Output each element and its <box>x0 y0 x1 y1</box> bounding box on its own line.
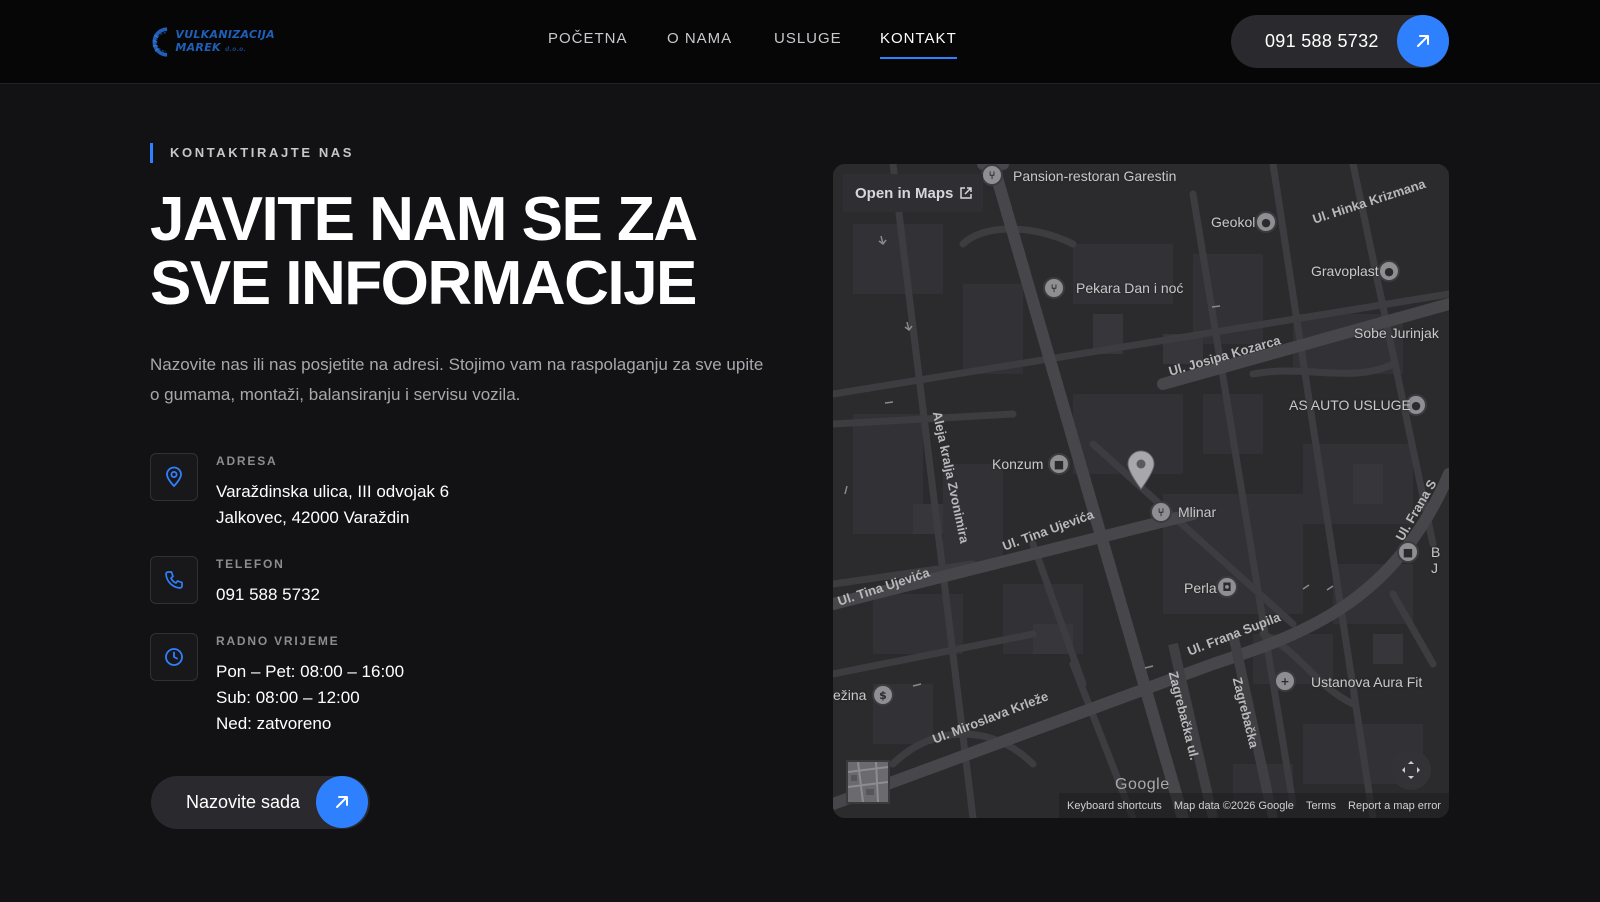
restaurant-poi-icon[interactable]: ⑂ <box>981 164 1003 186</box>
fullscreen-icon <box>1402 761 1420 779</box>
site-header: VULKANIZACIJA MAREK d.o.o. POČETNA O NAM… <box>0 0 1600 84</box>
satellite-view-toggle[interactable] <box>846 760 890 804</box>
call-now-button[interactable]: Nazovite sada <box>151 776 370 829</box>
phone-value[interactable]: 091 588 5732 <box>216 582 320 608</box>
hours-saturday: Sub: 08:00 – 12:00 <box>216 688 360 707</box>
place-label[interactable]: Sobe Jurinjak <box>1354 325 1439 341</box>
external-link-icon <box>960 187 973 199</box>
restaurant-poi-icon[interactable]: ⑂ <box>1150 501 1172 523</box>
place-label[interactable]: J <box>1431 560 1438 576</box>
map-pin-icon <box>150 453 198 501</box>
address-title: ADRESA <box>216 454 278 468</box>
phone-icon <box>150 556 198 604</box>
logo-line1: VULKANIZACIJA <box>175 28 275 41</box>
phone-title: TELEFON <box>216 557 285 571</box>
open-in-maps-button[interactable]: Open in Maps <box>843 174 983 212</box>
place-label[interactable]: Perla <box>1184 580 1217 596</box>
page-title-line2: SVE INFORMACIJE <box>150 249 697 318</box>
place-poi-icon[interactable]: ● <box>1255 211 1277 233</box>
logo[interactable]: VULKANIZACIJA MAREK d.o.o. <box>150 18 275 66</box>
report-map-error-link[interactable]: Report a map error <box>1348 800 1441 812</box>
health-poi-icon[interactable]: + <box>1274 670 1296 692</box>
arrow-up-right-icon <box>316 776 368 828</box>
clock-icon <box>150 633 198 681</box>
phone-line1[interactable]: 091 588 5732 <box>216 582 320 608</box>
shopping-poi-icon[interactable]: ■ <box>1048 453 1070 475</box>
shopping-poi-icon[interactable]: ■ <box>1397 541 1419 563</box>
header-phone-label: 091 588 5732 <box>1265 31 1379 51</box>
nav-item-pocetna[interactable]: POČETNA <box>548 30 628 47</box>
nav-item-usluge[interactable]: USLUGE <box>774 30 842 47</box>
tire-logo-icon <box>152 27 168 57</box>
section-eyebrow: KONTAKTIRAJTE NAS <box>150 143 354 163</box>
hours-sunday: Ned: zatvoreno <box>216 714 332 733</box>
place-label[interactable]: Ustanova Aura Fit <box>1311 674 1422 690</box>
location-pin-icon[interactable] <box>1126 450 1156 490</box>
hours-title: RADNO VRIJEME <box>216 634 340 648</box>
place-label[interactable]: Konzum <box>992 456 1043 472</box>
place-label[interactable]: Pekara Dan i noć <box>1076 280 1183 296</box>
logo-suffix: d.o.o. <box>224 46 247 53</box>
place-label[interactable]: Pansion-restoran Garestin <box>1013 168 1176 184</box>
terms-link[interactable]: Terms <box>1306 800 1336 812</box>
arrow-up-right-icon <box>1397 15 1449 67</box>
place-poi-icon[interactable]: ● <box>1378 260 1400 282</box>
google-map[interactable]: ⑂ ● ● ⑂ ● ■ ⑂ ◘ ■ + $ Pansion-restoran G… <box>833 164 1449 818</box>
map-attribution-bar: Keyboard shortcuts Map data ©2026 Google… <box>1059 793 1449 818</box>
logo-name: MAREK <box>175 41 221 54</box>
open-in-maps-label: Open in Maps <box>855 184 954 202</box>
header-phone-button[interactable]: 091 588 5732 <box>1231 15 1449 68</box>
hours-value: Pon – Pet: 08:00 – 16:00 Sub: 08:00 – 12… <box>216 659 404 737</box>
map-data-label: Map data ©2026 Google <box>1173 799 1294 812</box>
place-label[interactable]: B <box>1431 544 1440 560</box>
place-label[interactable]: AS AUTO USLUGE <box>1289 397 1411 413</box>
atm-poi-icon[interactable]: $ <box>872 684 894 706</box>
cafe-poi-icon[interactable]: ◘ <box>1216 576 1238 598</box>
place-label[interactable]: ežina <box>833 687 866 703</box>
satellite-thumbnail-icon <box>848 762 888 802</box>
place-label[interactable]: Geokol <box>1211 214 1255 230</box>
nav-item-kontakt[interactable]: KONTAKT <box>880 30 957 59</box>
intro-text: Nazovite nas ili nas posjetite na adresi… <box>150 355 764 404</box>
call-now-label: Nazovite sada <box>186 792 301 812</box>
page-title: JAVITE NAM SE ZA SVE INFORMACIJE <box>150 188 770 316</box>
logo-wordmark: VULKANIZACIJA MAREK d.o.o. <box>175 28 275 56</box>
google-logo: Google <box>1115 776 1170 793</box>
place-label[interactable]: Mlinar <box>1178 504 1216 520</box>
place-label[interactable]: Gravoplast <box>1311 263 1379 279</box>
address-value: Varaždinska ulica, III odvojak 6 Jalkove… <box>216 479 449 531</box>
logo-line2: MAREK d.o.o. <box>175 41 275 56</box>
address-line1: Varaždinska ulica, III odvojak 6 <box>216 482 450 501</box>
page-title-line1: JAVITE NAM SE ZA <box>150 185 698 254</box>
hours-weekdays: Pon – Pet: 08:00 – 16:00 <box>216 662 405 681</box>
fullscreen-button[interactable] <box>1391 750 1431 790</box>
address-line2: Jalkovec, 42000 Varaždin <box>216 508 410 527</box>
nav-item-o-nama[interactable]: O NAMA <box>667 30 732 47</box>
restaurant-poi-icon[interactable]: ⑂ <box>1043 277 1065 299</box>
keyboard-shortcuts-link[interactable]: Keyboard shortcuts <box>1067 800 1162 812</box>
